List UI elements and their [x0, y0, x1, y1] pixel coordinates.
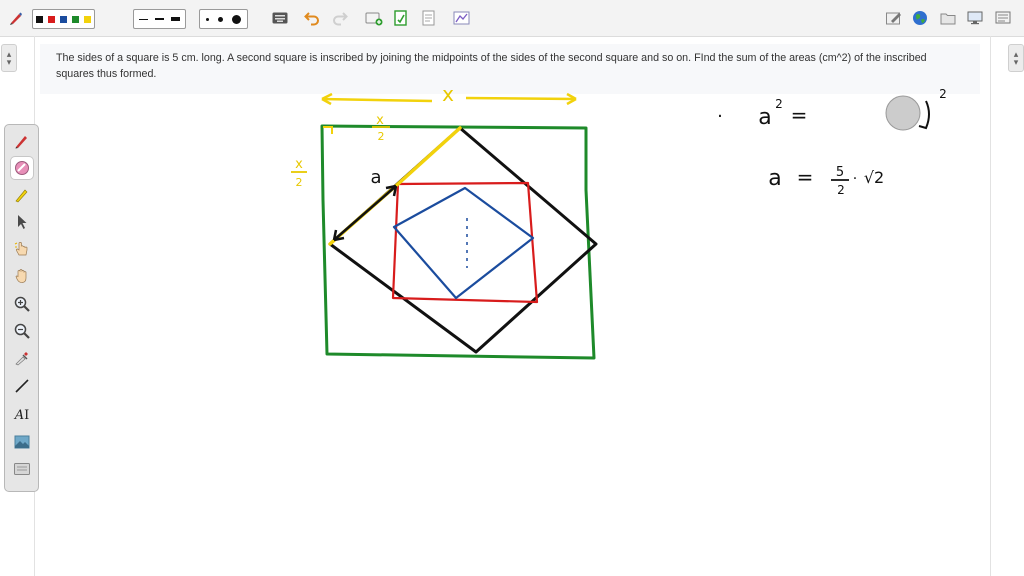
closing-paren: [918, 100, 930, 130]
half-x-left-den: 2: [296, 176, 303, 189]
a-label: a: [370, 167, 381, 188]
eq1-exponent: 2: [775, 97, 783, 111]
black-inscribed-square: [328, 126, 598, 354]
eq2-lhs: a: [768, 166, 781, 191]
eq2-root: √2: [864, 168, 884, 187]
corner-mark: [323, 126, 333, 134]
eq2-dot: ·: [853, 171, 857, 187]
eq1-lhs: a: [758, 105, 771, 130]
blue-square: [392, 186, 535, 300]
x-arrow-left: [321, 97, 433, 103]
half-x-top-den: 2: [378, 130, 385, 143]
drawing-canvas[interactable]: x x 2 x 2 a · a 2 = 2 a = 5 2 · √2: [0, 0, 1024, 576]
bullet-mark: ·: [717, 106, 723, 127]
placeholder-circle: [885, 95, 921, 131]
a-arrow-line: [333, 185, 397, 241]
red-square: [391, 181, 539, 304]
green-outer-square: [320, 124, 596, 360]
x-arrow-right: [465, 96, 577, 101]
outer-exponent: 2: [939, 87, 947, 101]
eq2-numerator: 5: [836, 165, 844, 180]
eq1-equals: =: [791, 103, 808, 127]
half-x-left-num: x: [295, 157, 303, 172]
eq2-equals: =: [797, 165, 814, 189]
x-label: x: [442, 82, 454, 106]
eq2-denominator: 2: [837, 183, 845, 197]
half-x-top-num: x: [376, 113, 384, 128]
